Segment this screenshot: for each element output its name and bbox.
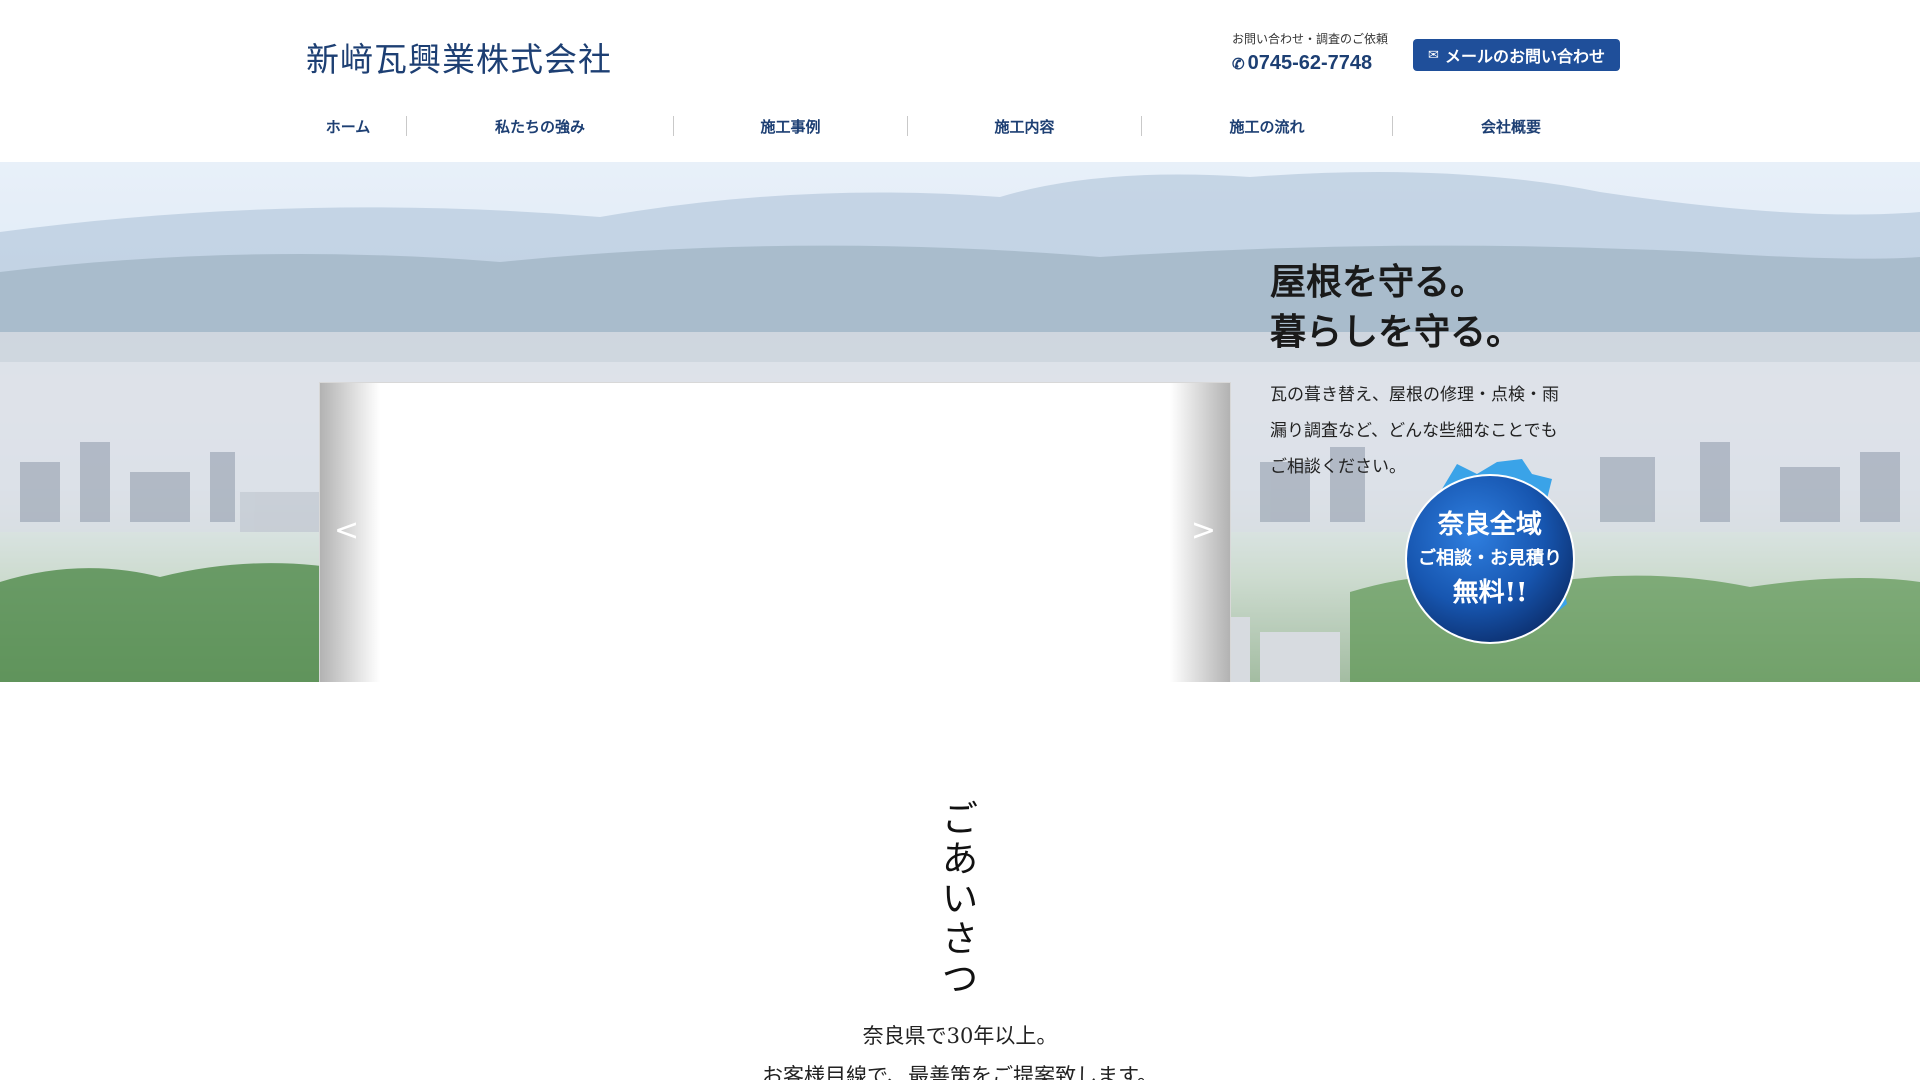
hero-catchphrase: 屋根を守る。 暮らしを守る。 bbox=[1270, 258, 1522, 358]
greeting-line-1: 奈良県で30年以上。 bbox=[862, 1024, 1058, 1048]
slider-next-button[interactable]: > bbox=[1191, 513, 1216, 548]
contact-info: お問い合わせ・調査のご依頼 ✆ 0745-62-7748 bbox=[1232, 30, 1388, 75]
phone-icon: ✆ bbox=[1232, 56, 1245, 73]
greeting-line-2: お客様目線で、最善策をご提案致します。 bbox=[761, 1064, 1159, 1080]
envelope-icon: ✉ bbox=[1428, 47, 1439, 63]
greeting-title-char: つ bbox=[941, 959, 978, 1000]
nav-item-works[interactable]: 施工事例 bbox=[674, 116, 907, 137]
badge-consultation: ご相談・お見積り bbox=[1418, 548, 1562, 569]
badge-area: 奈良全域 bbox=[1437, 510, 1542, 540]
greeting-title-char: ご bbox=[941, 799, 978, 840]
description-line-1: 瓦の葺き替え、屋根の修理・点検・雨 bbox=[1270, 385, 1559, 405]
greeting-title: ご あ い さ つ bbox=[938, 800, 982, 1000]
site-logo[interactable]: 新﨑瓦興業株式会社 bbox=[306, 33, 612, 81]
description-line-2: 漏り調査など、どんな些細なことでも bbox=[1270, 421, 1558, 441]
badge-free: 無料!! bbox=[1452, 578, 1528, 608]
mail-contact-button[interactable]: ✉ メールのお問い合わせ bbox=[1413, 39, 1620, 71]
catch-line-1: 屋根を守る。 bbox=[1270, 262, 1487, 303]
greeting-title-char: い bbox=[941, 879, 978, 920]
phone-number[interactable]: ✆ 0745-62-7748 bbox=[1232, 52, 1388, 75]
nav-item-services[interactable]: 施工内容 bbox=[908, 116, 1141, 137]
greeting-title-char: あ bbox=[941, 839, 978, 880]
contact-label: お問い合わせ・調査のご依頼 bbox=[1232, 32, 1389, 46]
mail-contact-label: メールのお問い合わせ bbox=[1444, 47, 1605, 66]
slider-prev-button[interactable]: < bbox=[334, 513, 359, 548]
site-header: 新﨑瓦興業株式会社 お問い合わせ・調査のご依頼 ✆ 0745-62-7748 ✉ … bbox=[0, 0, 1920, 162]
nav-item-home[interactable]: ホーム bbox=[290, 116, 406, 137]
nav-item-flow[interactable]: 施工の流れ bbox=[1142, 116, 1392, 137]
catch-line-2: 暮らしを守る。 bbox=[1270, 312, 1523, 353]
hero-section: < > 屋根を守る。 暮らしを守る。 瓦の葺き替え、屋根の修理・点検・雨 漏り調… bbox=[0, 162, 1920, 682]
nav-item-company[interactable]: 会社概要 bbox=[1393, 116, 1629, 137]
nav-item-strengths[interactable]: 私たちの強み bbox=[407, 116, 673, 137]
free-consultation-badge: 奈良全域 ご相談・お見積り 無料!! bbox=[1402, 454, 1578, 644]
greeting-body: 奈良県で30年以上。 お客様目線で、最善策をご提案致します。 bbox=[0, 1016, 1920, 1080]
image-slider[interactable]: < > bbox=[319, 382, 1231, 682]
main-nav: ホーム 私たちの強み 施工事例 施工内容 施工の流れ 会社概要 bbox=[290, 114, 1630, 138]
greeting-title-char: さ bbox=[941, 919, 978, 960]
phone-number-text: 0745-62-7748 bbox=[1247, 52, 1373, 74]
